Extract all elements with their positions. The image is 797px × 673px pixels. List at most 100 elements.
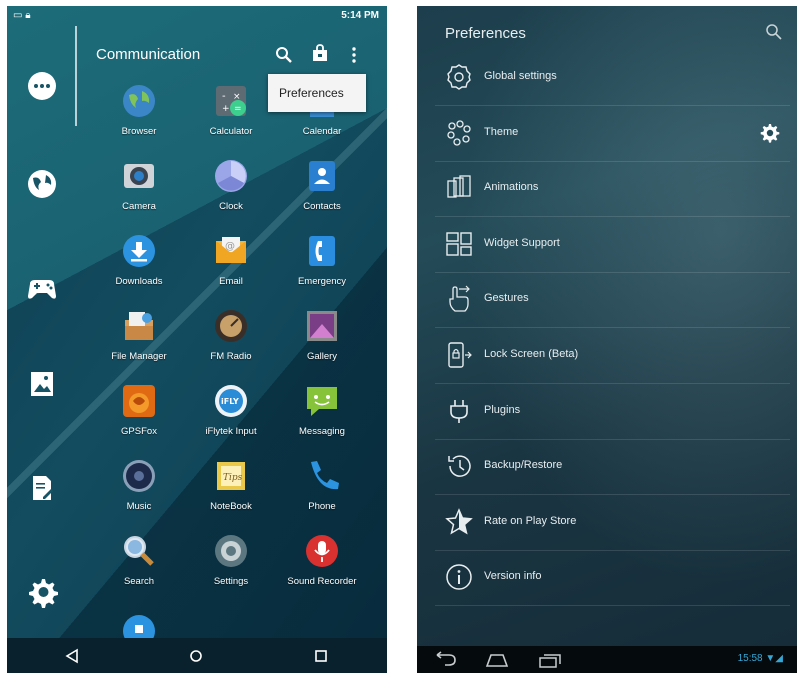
app-label: Email <box>219 276 243 287</box>
gpsfox-icon <box>123 385 155 417</box>
image-gallery-icon[interactable] <box>24 366 60 402</box>
pref-global-settings[interactable]: Global settings <box>435 50 790 106</box>
home-icon[interactable] <box>484 651 510 669</box>
pref-plugins[interactable]: Plugins <box>435 384 790 440</box>
app-search[interactable]: Search <box>98 533 180 587</box>
recorder-icon <box>306 535 338 567</box>
app-music[interactable]: Music <box>98 458 180 512</box>
recents-icon[interactable] <box>312 647 330 665</box>
preferences-screen: Preferences Global settings Theme Animat… <box>417 6 797 673</box>
settings-app-icon <box>215 535 247 567</box>
contacts-icon <box>309 161 335 191</box>
page-title: Communication <box>96 46 201 63</box>
app-downloads[interactable]: Downloads <box>98 233 180 287</box>
app-label: Contacts <box>303 201 341 212</box>
back-icon[interactable] <box>63 647 81 665</box>
iflytek-icon: iFLY <box>215 385 247 417</box>
app-gallery[interactable]: Gallery <box>281 308 363 362</box>
pref-label: Animations <box>484 181 539 193</box>
app-camera[interactable]: Camera <box>98 158 180 212</box>
app-gpsfox[interactable]: GPSFox <box>98 383 180 437</box>
search-icon[interactable] <box>765 23 783 41</box>
sidebar-divider <box>75 26 77 126</box>
app-label: Calendar <box>302 126 342 137</box>
app-label: Phone <box>308 501 336 512</box>
app-contacts[interactable]: Contacts <box>281 158 363 212</box>
app-label: iFlytek Input <box>205 426 257 437</box>
pref-rate-play-store[interactable]: Rate on Play Store <box>435 495 790 551</box>
page-title: Preferences <box>445 25 526 42</box>
pref-label: Global settings <box>484 70 557 82</box>
svg-text:iFLY: iFLY <box>221 397 239 406</box>
backup-icon <box>448 455 471 477</box>
app-notebook[interactable]: Tips NoteBook <box>190 458 272 512</box>
pref-widget-support[interactable]: Widget Support <box>435 217 790 273</box>
info-icon <box>446 564 472 590</box>
pref-label: Theme <box>484 126 519 138</box>
app-browser[interactable]: Browser <box>98 83 180 137</box>
back-icon[interactable] <box>431 651 457 669</box>
animations-icon <box>447 175 471 198</box>
lock-screen-icon <box>448 342 472 368</box>
app-label: Downloads <box>115 276 163 287</box>
app-file-manager[interactable]: File Manager <box>98 308 180 362</box>
phone-emergency-icon <box>309 236 335 266</box>
pref-version-info[interactable]: Version info <box>435 550 790 606</box>
app-clock[interactable]: Clock <box>190 158 272 212</box>
app-calculator[interactable]: - × + = Calculator <box>190 83 272 137</box>
download-icon <box>123 235 155 267</box>
globe-icon[interactable] <box>24 166 60 202</box>
document-edit-icon[interactable] <box>24 470 60 506</box>
app-sound-recorder[interactable]: Sound Recorder <box>281 533 363 587</box>
camera-icon <box>124 164 154 188</box>
app-email[interactable]: @ Email <box>190 233 272 287</box>
star-icon <box>445 508 473 535</box>
clock-time: 15:58 <box>737 653 763 664</box>
pref-animations[interactable]: Animations <box>435 161 790 217</box>
preferences-menu-item[interactable]: Preferences <box>268 74 366 112</box>
gallery-icon <box>307 311 337 341</box>
app-label: Browser <box>121 126 157 137</box>
svg-text:=: = <box>234 104 242 114</box>
pref-backup-restore[interactable]: Backup/Restore <box>435 439 790 495</box>
app-settings[interactable]: Settings <box>190 533 272 587</box>
pref-theme[interactable]: Theme <box>435 106 790 162</box>
app-phone[interactable]: Phone <box>281 458 363 512</box>
pref-gestures[interactable]: Gestures <box>435 272 790 328</box>
app-label: NoteBook <box>210 501 252 512</box>
gear-icon[interactable] <box>760 123 780 143</box>
app-label: Clock <box>219 201 243 212</box>
status-time: 5:14 PM <box>341 10 379 21</box>
pref-label: Version info <box>484 570 542 582</box>
pref-label: Backup/Restore <box>484 459 563 471</box>
gamepad-icon[interactable] <box>24 270 60 306</box>
category-sidebar <box>7 26 75 638</box>
app-emergency[interactable]: Emergency <box>281 233 363 287</box>
home-icon[interactable] <box>187 647 205 665</box>
svg-text:+: + <box>222 104 230 114</box>
clock-icon <box>215 160 247 192</box>
chat-bubble-icon[interactable] <box>24 68 60 104</box>
app-label: Camera <box>122 201 156 212</box>
launcher-screen: ▭ 🔒︎ 5:14 PM Communication Browser - × + = … <box>7 6 387 673</box>
navigation-bar <box>7 638 387 673</box>
app-label: GPSFox <box>121 426 157 437</box>
pref-label: Gestures <box>484 292 529 304</box>
radio-icon <box>215 310 247 342</box>
overflow-menu-icon[interactable] <box>350 46 358 64</box>
app-messaging[interactable]: Messaging <box>281 383 363 437</box>
app-iflytek[interactable]: iFLY iFlytek Input <box>190 383 272 437</box>
phone-icon <box>311 461 339 490</box>
widget-icon <box>446 232 472 256</box>
store-bag-icon[interactable] <box>311 44 329 62</box>
music-icon <box>123 460 155 492</box>
pref-label: Widget Support <box>484 237 560 249</box>
search-icon[interactable] <box>275 46 293 64</box>
pref-lock-screen[interactable]: Lock Screen (Beta) <box>435 328 790 384</box>
app-fm-radio[interactable]: FM Radio <box>190 308 272 362</box>
email-icon: @ <box>216 237 246 263</box>
globe-icon <box>123 85 155 117</box>
recents-icon[interactable] <box>537 651 563 669</box>
app-label: Sound Recorder <box>287 576 357 587</box>
gear-icon[interactable] <box>24 574 60 610</box>
